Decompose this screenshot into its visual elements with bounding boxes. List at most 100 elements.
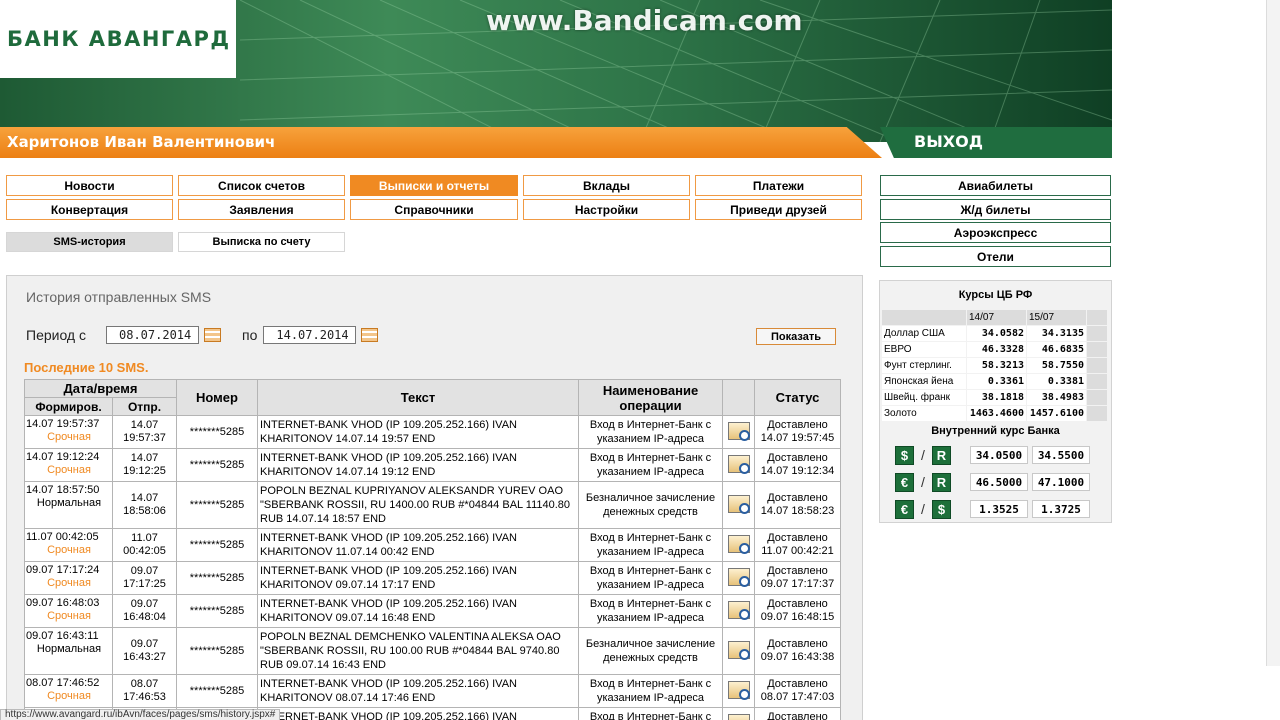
sent-time: 19:57:37	[123, 432, 166, 444]
table-row: 09.07 16:43:11 Нормальная 09.07 16:43:27 ***…	[24, 627, 841, 675]
page: БАНК АВАНГАРД www.Bandicam.com Харитонов…	[0, 0, 1280, 720]
sms-table: Дата/время Номер Текст Наименование опер…	[24, 379, 841, 720]
recorder-watermark: www.Bandicam.com	[486, 4, 803, 37]
rates-gap	[1087, 406, 1107, 421]
rate-row: Фунт стерлинг. 58.3213 58.7550	[882, 358, 1107, 373]
nav-statements[interactable]: Выписки и отчеты	[350, 175, 518, 196]
operation-name: Вход в Интернет-Банк с указанием IP-адре…	[578, 448, 723, 482]
currency-to-icon: R	[932, 445, 951, 465]
nav-deposits[interactable]: Вклады	[523, 175, 690, 196]
sent-cell: 14.07 18:58:06	[112, 481, 177, 529]
date-to-input[interactable]: 14.07.2014	[263, 326, 357, 344]
nav-hotels[interactable]: Отели	[880, 246, 1111, 267]
table-row: 14.07 19:57:37 Срочная 14.07 19:57:37 ******…	[24, 415, 841, 449]
table-row: 09.07 16:48:03 Срочная 09.07 16:48:04 ******…	[24, 594, 841, 628]
nav-references[interactable]: Справочники	[350, 199, 518, 220]
nav-payments[interactable]: Платежи	[695, 175, 862, 196]
status-text: Доставлено	[767, 532, 828, 544]
formed-cell: 14.07 19:12:24 Срочная	[24, 448, 113, 482]
view-cell	[722, 415, 755, 449]
nav-rail-tickets[interactable]: Ж/д билеты	[880, 199, 1111, 220]
view-document-icon[interactable]	[727, 421, 750, 441]
currency-from-icon: €	[895, 472, 914, 492]
view-document-icon[interactable]	[727, 454, 750, 474]
sent-date: 09.07	[130, 638, 159, 650]
nav-settings[interactable]: Настройки	[523, 199, 690, 220]
slash-separator: /	[921, 501, 925, 517]
nav-accounts[interactable]: Список счетов	[178, 175, 345, 196]
view-cell	[722, 448, 755, 482]
user-name: Харитонов Иван Валентинович	[7, 133, 276, 151]
sent-time: 19:12:25	[123, 465, 166, 477]
rate-day2: 1457.6100	[1027, 406, 1086, 421]
nav-applications[interactable]: Заявления	[178, 199, 345, 220]
status-text: Доставлено	[767, 678, 828, 690]
status-time: 09.07 17:17:37	[760, 578, 835, 590]
sent-date: 14.07	[130, 419, 159, 431]
internal-rate-row: € / R 46.5000 47.1000	[895, 472, 1100, 492]
view-cell	[722, 481, 755, 529]
status-text: Доставлено	[767, 492, 828, 504]
tab-account-statement[interactable]: Выписка по счету	[178, 232, 345, 252]
formed-cell: 14.07 19:57:37 Срочная	[24, 415, 113, 449]
last-sms-label: Последние 10 SMS.	[24, 360, 149, 375]
currency-to-icon: $	[932, 499, 951, 519]
show-button[interactable]: Показать	[756, 328, 836, 345]
table-row: 14.07 19:12:24 Срочная 14.07 19:12:25 ******…	[24, 448, 841, 482]
status-time: 11.07 00:42:21	[761, 545, 834, 557]
sms-type: Срочная	[47, 544, 91, 556]
bank-logo[interactable]: БАНК АВАНГАРД	[0, 0, 236, 78]
currency-from-icon: $	[895, 445, 914, 465]
col-icon	[722, 379, 755, 416]
calendar-icon[interactable]	[361, 328, 379, 342]
view-document-icon[interactable]	[727, 534, 750, 554]
currency-name: Швейц. франк	[882, 390, 966, 405]
nav-invite-friends[interactable]: Приведи друзей	[695, 199, 862, 220]
currency-name: ЕВРО	[882, 342, 966, 357]
period-label: Период с	[26, 327, 86, 343]
scrollbar[interactable]	[1266, 0, 1280, 666]
operation-name: Вход в Интернет-Банк с указанием IP-адре…	[578, 594, 723, 628]
col-sent: Отпр.	[112, 397, 177, 416]
view-document-icon[interactable]	[727, 680, 750, 700]
status-cell: Доставлено 14.07 19:12:34	[754, 448, 841, 482]
nav-news[interactable]: Новости	[6, 175, 173, 196]
view-document-icon[interactable]	[727, 600, 750, 620]
operation-name: Безналичное зачисление денежных средств	[578, 481, 723, 529]
cb-rates-table: 14/07 15/07 Доллар США 34.0582 34.3135 ЕВРО…	[881, 309, 1108, 422]
tab-sms-history[interactable]: SMS-история	[6, 232, 173, 252]
sms-type: Нормальная	[36, 497, 102, 509]
nav-air-tickets[interactable]: Авиабилеты	[880, 175, 1111, 196]
header-banner: БАНК АВАНГАРД www.Bandicam.com	[0, 0, 1112, 142]
formed-time: 14.07 18:57:50	[26, 484, 100, 496]
sent-time: 18:58:06	[123, 505, 166, 517]
calendar-icon[interactable]	[204, 328, 221, 342]
status-text: Доставлено	[767, 419, 828, 431]
view-cell	[722, 674, 755, 708]
sms-text: INTERNET-BANK VHOD (IP 109.205.252.166) …	[257, 674, 579, 708]
view-cell	[722, 594, 755, 628]
currency-from-icon: €	[895, 499, 914, 519]
rate-day2: 34.3135	[1027, 326, 1086, 341]
rates-header-blank	[882, 310, 966, 325]
status-cell: Доставлено08.07 16:55:18	[754, 707, 841, 720]
status-text: Доставлено	[767, 452, 828, 464]
rates-gap	[1087, 390, 1107, 405]
formed-cell: 08.07 17:46:52 Срочная	[24, 674, 113, 708]
date-from-input[interactable]: 08.07.2014	[106, 326, 199, 344]
nav-conversion[interactable]: Конвертация	[6, 199, 173, 220]
rate-day2: 46.6835	[1027, 342, 1086, 357]
view-document-icon[interactable]	[727, 567, 750, 587]
sms-type: Срочная	[47, 690, 91, 702]
nav-aeroexpress[interactable]: Аэроэкспресс	[880, 222, 1111, 243]
sms-type: Срочная	[47, 610, 91, 622]
logout-button[interactable]: ВЫХОД	[880, 127, 1112, 158]
view-document-icon[interactable]	[727, 640, 750, 660]
view-document-icon[interactable]	[727, 494, 750, 514]
view-document-icon[interactable]	[727, 713, 750, 720]
period-to-label: по	[242, 327, 258, 343]
exchange-rates-panel: Курсы ЦБ РФ 14/07 15/07 Доллар США 34.058…	[879, 280, 1112, 523]
rate-day1: 38.1818	[967, 390, 1026, 405]
status-time: 14.07 18:58:23	[760, 505, 835, 517]
status-time: 08.07 17:47:03	[760, 691, 835, 703]
